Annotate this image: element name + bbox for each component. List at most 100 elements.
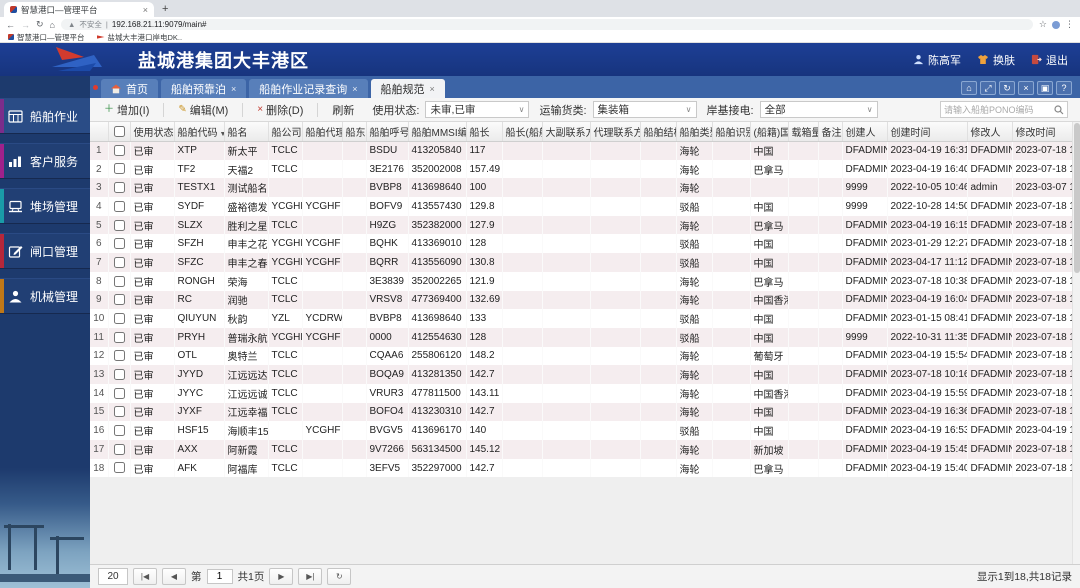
table-row[interactable]: 17 已审 AXX 阿新霞 TCLC 9V7266 563134500 145.12 海轮 新加坡… — [90, 440, 1072, 459]
url-box[interactable]: ▲ 不安全 | 192.168.21.11:9079/main# — [60, 19, 1033, 30]
table-row[interactable]: 13 已审 JYYD 江远远达 TCLC BOQA9 413281350 142.7 海轮 中国 D… — [90, 365, 1072, 384]
user-menu[interactable]: 陈高军 — [913, 52, 961, 68]
tab-ship-specification[interactable]: 船舶规范 × — [370, 79, 445, 98]
page-number-input[interactable] — [206, 569, 233, 584]
reload-icon[interactable]: ↻ — [36, 19, 44, 30]
table-row[interactable]: 8 已审 RONGH 荣海 TCLC 3E3839 352002265 121.9 海轮 巴拿马 D… — [90, 271, 1072, 291]
row-checkbox[interactable] — [113, 443, 125, 455]
table-row[interactable]: 1 已审 XTP 新太平 TCLC BSDU 413205840 117 海轮 中国 DFADMIN… — [90, 141, 1072, 160]
column-header[interactable]: 船舶结构 — [640, 122, 677, 142]
table-row[interactable]: 4已审SYDF盛裕德发YCGHFYCGHFBOFV9413557430129.8… — [90, 197, 1072, 216]
sidebar-item-customer-service[interactable]: 客户服务 — [0, 143, 90, 179]
close-icon[interactable]: × — [231, 84, 236, 94]
column-header[interactable]: 使用状态 — [130, 122, 175, 142]
column-header[interactable]: (船籍)国家 — [750, 122, 789, 142]
tab-ship-preberth[interactable]: 船舶预靠泊 × — [161, 79, 247, 98]
row-checkbox[interactable] — [113, 275, 125, 287]
help-icon[interactable]: ? — [1056, 81, 1072, 95]
row-checkbox[interactable] — [113, 219, 125, 231]
home-icon[interactable]: ⌂ — [50, 20, 55, 30]
table-row[interactable]: 6已审SFZH申丰之花YCGHFYCGHFBQHK413369010128驳船中… — [90, 234, 1072, 254]
select-all-checkbox[interactable] — [113, 125, 125, 137]
edit-button[interactable]: ✎ 编辑(M) — [170, 100, 236, 120]
column-header[interactable]: 船舶MMSI编号 — [408, 122, 467, 142]
table-row[interactable]: 14 已审 JYYC 江远远诚 TCLC VRUR3 477811500 143.11 海轮 中国… — [90, 383, 1072, 403]
row-checkbox[interactable] — [113, 163, 125, 175]
column-header[interactable]: 船舶类型 — [676, 122, 713, 142]
delete-button[interactable]: × 删除(D) — [249, 100, 311, 120]
column-header[interactable]: 修改时间 — [1012, 122, 1072, 142]
close-icon[interactable]: × — [352, 84, 357, 94]
next-page-button[interactable]: ▶ — [269, 568, 294, 585]
row-checkbox[interactable] — [113, 145, 125, 157]
row-checkbox[interactable] — [113, 331, 125, 343]
column-header[interactable]: 船东 — [342, 122, 367, 142]
column-header[interactable]: 大副联系方式 — [542, 122, 591, 142]
tab-home[interactable]: 首页 — [101, 79, 158, 98]
column-header[interactable]: 创建人 — [842, 122, 888, 142]
profile-avatar[interactable] — [1052, 20, 1060, 29]
shore-power-select[interactable]: 全部 ∨ — [759, 101, 878, 118]
column-header[interactable]: 创建时间 — [887, 122, 968, 142]
table-row[interactable]: 15 已审 JYXF 江远幸福 TCLC BOFO4 413230310 142.7 海轮 中国 D… — [90, 402, 1072, 422]
row-checkbox[interactable] — [113, 238, 125, 250]
vertical-scrollbar[interactable] — [1072, 122, 1080, 564]
table-row[interactable]: 10 已审 QIUYUN 秋韵 YZL YCDRWL BVBP8 413698640 133 驳船… — [90, 309, 1072, 328]
bookmark-item[interactable]: 盐城大丰港口岸电DK.. — [96, 32, 182, 43]
last-page-button[interactable]: ▶| — [298, 568, 323, 585]
column-header[interactable]: 船长 — [466, 122, 503, 142]
back-icon[interactable]: ← — [6, 20, 15, 30]
close-icon[interactable]: × — [143, 5, 148, 15]
page-size-select[interactable]: 20 — [98, 568, 128, 585]
bookmark-item[interactable]: 智慧港口—管理平台 — [8, 32, 85, 43]
search-input[interactable] — [944, 104, 1054, 115]
column-header[interactable]: 船长(船舶) — [502, 122, 543, 142]
table-row[interactable]: 16 已审 HSF15 海顺丰15 YCGHF BVGV5 413696170 140 驳船 中国… — [90, 421, 1072, 440]
reload-data-button[interactable]: ↻ — [327, 568, 352, 585]
table-row[interactable]: 7已审SFZC申丰之春YCGHFYCGHFBQRR413556090130.8驳… — [90, 253, 1072, 272]
sidebar-item-yard-management[interactable]: 堆场管理 — [0, 188, 90, 224]
home-icon[interactable]: ⌂ — [961, 81, 977, 95]
prev-page-button[interactable]: ◀ — [162, 568, 186, 585]
forward-icon[interactable]: → — [21, 20, 30, 30]
row-checkbox[interactable] — [113, 462, 125, 474]
column-header[interactable]: 船舶呼号 — [366, 122, 409, 142]
close-all-icon[interactable]: × — [1018, 81, 1034, 95]
refresh-button[interactable]: 刷新 — [324, 100, 362, 120]
column-header[interactable]: 载箱量 — [788, 122, 819, 142]
bookmark-star-icon[interactable]: ☆ — [1039, 19, 1047, 30]
row-checkbox[interactable] — [113, 387, 125, 399]
row-checkbox[interactable] — [113, 425, 125, 437]
column-header[interactable]: 修改人 — [967, 122, 1013, 142]
sidebar-item-ship-operations[interactable]: 船舶作业 — [0, 98, 90, 134]
row-checkbox[interactable] — [113, 406, 125, 418]
column-header[interactable]: 船舶代理 — [302, 122, 343, 142]
table-row[interactable]: 18 已审 AFK 阿福库 TCLC 3EFV5 352297000 142.7 海轮 巴拿马 DF… — [90, 458, 1072, 478]
row-checkbox[interactable] — [113, 294, 125, 306]
fullscreen-icon[interactable]: ⤢ — [980, 81, 996, 95]
column-header[interactable]: 船舶代码▼ — [174, 122, 225, 142]
close-icon[interactable]: × — [430, 84, 435, 94]
column-header[interactable]: 船舶识别号 — [712, 122, 751, 142]
sidebar-item-gate-management[interactable]: 闸口管理 — [0, 233, 90, 269]
table-row[interactable]: 3 已审 TESTX1 测试船名 BVBP8 413698640 100 海轮 9999 2022… — [90, 178, 1072, 198]
logout-button[interactable]: 退出 — [1031, 52, 1068, 68]
use-status-select[interactable]: 未审,已审 ∨ — [425, 101, 530, 118]
column-header[interactable]: 船公司 — [268, 122, 303, 142]
row-checkbox[interactable] — [113, 350, 125, 362]
first-page-button[interactable]: |◀ — [133, 568, 157, 585]
refresh-icon[interactable]: ↻ — [999, 81, 1015, 95]
browser-tab[interactable]: 智慧港口—管理平台 × — [4, 2, 154, 17]
search-icon[interactable] — [1054, 104, 1064, 115]
row-checkbox[interactable] — [113, 369, 125, 381]
tab-ship-work-records[interactable]: 船舶作业记录查询 × — [249, 79, 368, 98]
column-header[interactable]: 备注 — [818, 122, 843, 142]
column-header[interactable]: 代理联系方式 — [590, 122, 641, 142]
row-checkbox[interactable] — [113, 200, 125, 212]
add-button[interactable]: ＋ 增加(I) — [96, 100, 157, 120]
table-row[interactable]: 2 已审 TF2 天福2 TCLC 3E2176 352002008 157.49 海轮 巴拿马 D… — [90, 159, 1072, 179]
row-checkbox[interactable] — [113, 312, 125, 324]
table-row[interactable]: 9 已审 RC 润驰 TCLC VRSV8 477369400 132.69 海轮 中国香港 DFA… — [90, 290, 1072, 310]
menu-dots-icon[interactable]: ⋮ — [1065, 19, 1074, 30]
row-checkbox[interactable] — [113, 182, 125, 194]
